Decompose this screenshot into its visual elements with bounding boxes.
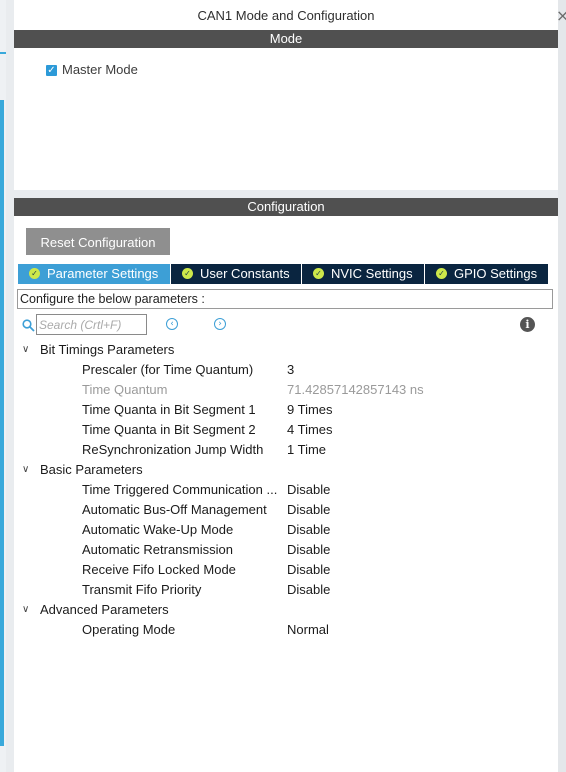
param-sync-jump-width-value[interactable]: 1 Time [287, 440, 326, 460]
param-prescaler[interactable]: Prescaler (for Time Quantum) [82, 360, 282, 380]
info-icon[interactable]: i [520, 317, 535, 332]
param-fifo-priority[interactable]: Transmit Fifo Priority [82, 580, 282, 600]
param-bus-off-value[interactable]: Disable [287, 500, 330, 520]
check-circle-icon: ✓ [313, 268, 324, 279]
left-edge-panel [0, 0, 6, 772]
tab-parameter-settings[interactable]: ✓ Parameter Settings [18, 264, 171, 284]
group-label: Advanced Parameters [40, 602, 169, 617]
previous-icon[interactable]: ‹ [166, 318, 178, 330]
mode-panel: ✓ Master Mode [14, 48, 558, 190]
param-bit-segment-2[interactable]: Time Quanta in Bit Segment 2 [82, 420, 282, 440]
window-title: CAN1 Mode and Configuration [14, 0, 558, 30]
param-wake-up-value[interactable]: Disable [287, 520, 330, 540]
master-mode-label[interactable]: Master Mode [62, 62, 138, 77]
search-input[interactable] [36, 314, 147, 335]
tab-nvic-settings[interactable]: ✓ NVIC Settings [302, 264, 425, 284]
param-fifo-locked[interactable]: Receive Fifo Locked Mode [82, 560, 282, 580]
param-sync-jump-width[interactable]: ReSynchronization Jump Width [82, 440, 282, 460]
left-edge-accent [0, 100, 4, 746]
param-time-triggered[interactable]: Time Triggered Communication ... [82, 480, 282, 500]
param-time-quantum: Time Quantum [82, 382, 168, 397]
group-label: Basic Parameters [40, 462, 143, 477]
check-circle-icon: ✓ [182, 268, 193, 279]
param-bus-off[interactable]: Automatic Bus-Off Management [82, 500, 282, 520]
param-bit-segment-1-value[interactable]: 9 Times [287, 400, 333, 420]
param-retransmission-value[interactable]: Disable [287, 540, 330, 560]
tab-label: NVIC Settings [331, 266, 413, 281]
param-prescaler-value[interactable]: 3 [287, 360, 294, 380]
mode-section-header[interactable]: Mode [14, 30, 558, 48]
param-bit-segment-1[interactable]: Time Quanta in Bit Segment 1 [82, 400, 282, 420]
reset-configuration-button[interactable]: Reset Configuration [26, 228, 170, 255]
next-icon[interactable]: › [214, 318, 226, 330]
param-bit-segment-2-value[interactable]: 4 Times [287, 420, 333, 440]
tab-label: GPIO Settings [454, 266, 538, 281]
left-edge-tick [0, 52, 6, 54]
configuration-section-header[interactable]: Configuration [14, 198, 558, 216]
chevron-down-icon[interactable]: ∨ [22, 460, 34, 480]
tab-label: Parameter Settings [47, 266, 159, 281]
check-circle-icon: ✓ [29, 268, 40, 279]
group-label: Bit Timings Parameters [40, 342, 175, 357]
param-fifo-priority-value[interactable]: Disable [287, 580, 330, 600]
param-operating-mode[interactable]: Operating Mode [82, 620, 282, 640]
right-edge-panel [558, 0, 566, 772]
tab-label: User Constants [200, 266, 290, 281]
master-mode-checkbox[interactable]: ✓ [46, 65, 57, 76]
chevron-down-icon[interactable]: ∨ [22, 600, 34, 620]
param-time-quantum-value: 71.42857142857143 ns [287, 382, 424, 397]
instruction-text: Configure the below parameters : [17, 289, 553, 309]
param-operating-mode-value[interactable]: Normal [287, 620, 329, 640]
check-circle-icon: ✓ [436, 268, 447, 279]
tab-gpio-settings[interactable]: ✓ GPIO Settings [425, 264, 549, 284]
param-time-triggered-value[interactable]: Disable [287, 480, 330, 500]
configuration-panel: Reset Configuration ✓ Parameter Settings… [14, 216, 558, 772]
tab-user-constants[interactable]: ✓ User Constants [171, 264, 302, 284]
param-fifo-locked-value[interactable]: Disable [287, 560, 330, 580]
chevron-down-icon[interactable]: ∨ [22, 340, 34, 360]
param-retransmission[interactable]: Automatic Retransmission [82, 540, 282, 560]
search-icon[interactable] [22, 319, 35, 332]
param-wake-up[interactable]: Automatic Wake-Up Mode [82, 520, 282, 540]
